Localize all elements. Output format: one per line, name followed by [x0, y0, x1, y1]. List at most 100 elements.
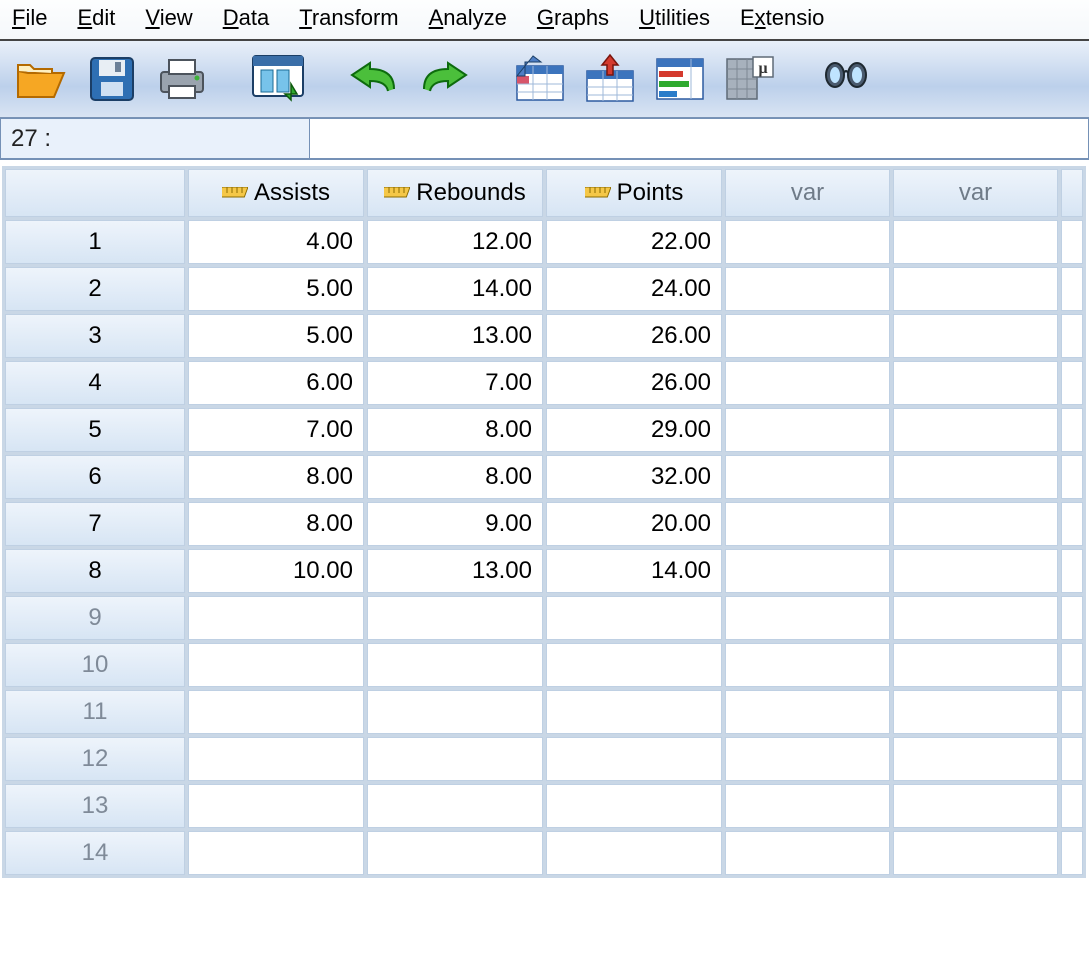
data-cell-partial[interactable]: [1061, 596, 1083, 640]
data-cell[interactable]: [893, 831, 1058, 875]
data-cell[interactable]: 7.00: [188, 408, 364, 452]
row-header[interactable]: 4: [5, 361, 185, 405]
data-cell[interactable]: [893, 690, 1058, 734]
data-cell[interactable]: [725, 314, 890, 358]
row-header[interactable]: 11: [5, 690, 185, 734]
data-cell[interactable]: [546, 831, 722, 875]
row-header[interactable]: 8: [5, 549, 185, 593]
data-cell[interactable]: [546, 690, 722, 734]
data-cell-partial[interactable]: [1061, 220, 1083, 264]
data-cell[interactable]: [893, 361, 1058, 405]
data-cell-partial[interactable]: [1061, 784, 1083, 828]
menu-data[interactable]: Data: [223, 5, 269, 31]
menu-transform[interactable]: Transform: [299, 5, 398, 31]
data-cell[interactable]: 14.00: [367, 267, 543, 311]
data-cell[interactable]: [893, 220, 1058, 264]
data-cell[interactable]: [188, 596, 364, 640]
data-cell[interactable]: 14.00: [546, 549, 722, 593]
row-header[interactable]: 14: [5, 831, 185, 875]
data-cell[interactable]: [367, 784, 543, 828]
data-cell-partial[interactable]: [1061, 831, 1083, 875]
data-cell-partial[interactable]: [1061, 502, 1083, 546]
print-button[interactable]: [154, 51, 210, 107]
data-cell[interactable]: [725, 784, 890, 828]
data-cell[interactable]: 8.00: [367, 455, 543, 499]
goto-case-button[interactable]: [512, 51, 568, 107]
row-header[interactable]: 3: [5, 314, 185, 358]
data-cell[interactable]: [188, 784, 364, 828]
column-header-assists[interactable]: Assists: [188, 169, 364, 217]
data-cell[interactable]: [188, 643, 364, 687]
data-cell-partial[interactable]: [1061, 267, 1083, 311]
data-cell[interactable]: [725, 643, 890, 687]
data-cell[interactable]: [188, 737, 364, 781]
menu-analyze[interactable]: Analyze: [429, 5, 507, 31]
data-cell[interactable]: [725, 267, 890, 311]
row-header[interactable]: 6: [5, 455, 185, 499]
data-cell[interactable]: 22.00: [546, 220, 722, 264]
data-cell[interactable]: [367, 737, 543, 781]
data-cell-partial[interactable]: [1061, 408, 1083, 452]
data-cell-partial[interactable]: [1061, 690, 1083, 734]
row-header[interactable]: 7: [5, 502, 185, 546]
data-cell-partial[interactable]: [1061, 549, 1083, 593]
data-cell[interactable]: 6.00: [188, 361, 364, 405]
data-cell[interactable]: [725, 455, 890, 499]
row-header[interactable]: 2: [5, 267, 185, 311]
data-cell[interactable]: 5.00: [188, 267, 364, 311]
data-cell[interactable]: 8.00: [367, 408, 543, 452]
corner-cell[interactable]: [5, 169, 185, 217]
data-cell[interactable]: [546, 737, 722, 781]
row-header[interactable]: 10: [5, 643, 185, 687]
data-cell-partial[interactable]: [1061, 455, 1083, 499]
data-grid[interactable]: AssistsReboundsPointsvarvar 14.0012.0022…: [2, 166, 1086, 878]
data-cell[interactable]: [546, 643, 722, 687]
data-cell[interactable]: [893, 502, 1058, 546]
data-cell[interactable]: [367, 596, 543, 640]
data-cell[interactable]: 8.00: [188, 455, 364, 499]
data-cell[interactable]: 4.00: [188, 220, 364, 264]
data-cell-partial[interactable]: [1061, 314, 1083, 358]
column-header-empty[interactable]: var: [893, 169, 1058, 217]
data-cell[interactable]: [893, 596, 1058, 640]
data-cell[interactable]: [546, 596, 722, 640]
data-cell[interactable]: [725, 408, 890, 452]
data-cell[interactable]: [893, 267, 1058, 311]
data-cell[interactable]: [725, 220, 890, 264]
data-cell[interactable]: [893, 737, 1058, 781]
data-cell[interactable]: [893, 643, 1058, 687]
data-cell[interactable]: [725, 831, 890, 875]
use-variable-subsets-button[interactable]: μ: [722, 51, 778, 107]
row-header[interactable]: 13: [5, 784, 185, 828]
row-header[interactable]: 5: [5, 408, 185, 452]
data-cell[interactable]: 8.00: [188, 502, 364, 546]
value-labels-button[interactable]: [652, 51, 708, 107]
find-button[interactable]: [818, 51, 874, 107]
menu-graphs[interactable]: Graphs: [537, 5, 609, 31]
data-cell[interactable]: [546, 784, 722, 828]
data-cell[interactable]: 24.00: [546, 267, 722, 311]
data-cell[interactable]: [893, 408, 1058, 452]
open-file-button[interactable]: [14, 51, 70, 107]
data-cell[interactable]: [367, 643, 543, 687]
data-cell[interactable]: 7.00: [367, 361, 543, 405]
data-cell[interactable]: 13.00: [367, 549, 543, 593]
data-cell[interactable]: 12.00: [367, 220, 543, 264]
row-header[interactable]: 9: [5, 596, 185, 640]
data-cell[interactable]: [893, 549, 1058, 593]
data-cell[interactable]: [367, 690, 543, 734]
data-cell[interactable]: 9.00: [367, 502, 543, 546]
menu-utilities[interactable]: Utilities: [639, 5, 710, 31]
cell-value-box[interactable]: [310, 118, 1089, 159]
cell-address-box[interactable]: 27 :: [0, 118, 310, 159]
data-cell-partial[interactable]: [1061, 737, 1083, 781]
data-cell-partial[interactable]: [1061, 643, 1083, 687]
menu-file[interactable]: File: [12, 5, 47, 31]
column-header-empty[interactable]: var: [725, 169, 890, 217]
data-cell[interactable]: [725, 502, 890, 546]
data-cell[interactable]: 32.00: [546, 455, 722, 499]
data-cell[interactable]: 10.00: [188, 549, 364, 593]
data-cell[interactable]: [725, 549, 890, 593]
data-cell[interactable]: 13.00: [367, 314, 543, 358]
menu-extensions[interactable]: Extensio: [740, 5, 824, 31]
